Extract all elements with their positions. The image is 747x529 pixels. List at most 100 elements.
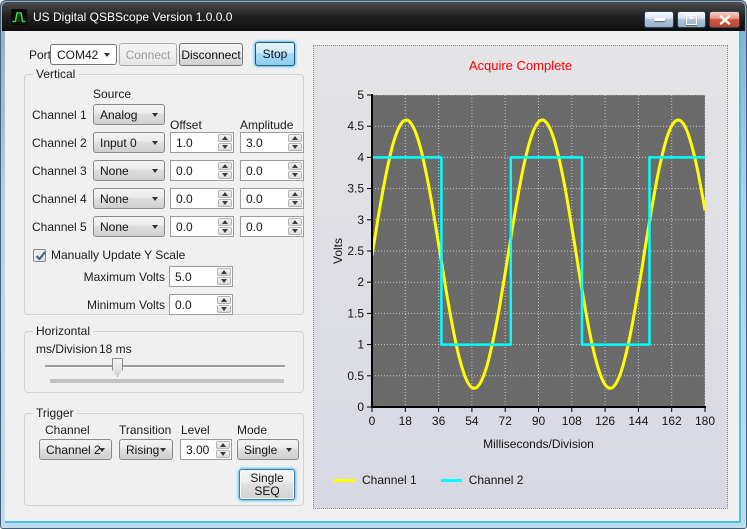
disconnect-button[interactable]: Disconnect xyxy=(179,43,243,66)
manually-update-y-scale-label: Manually Update Y Scale xyxy=(51,248,185,262)
spin-up-icon[interactable] xyxy=(218,134,232,142)
svg-text:162: 162 xyxy=(662,414,682,428)
spin-up-icon[interactable] xyxy=(218,162,232,170)
channel-4-offset-value: 0.0 xyxy=(176,192,193,206)
channel-2-amplitude-input[interactable]: 3.0 xyxy=(240,132,304,153)
amplitude-header: Amplitude xyxy=(240,118,293,132)
stop-button[interactable]: Stop xyxy=(255,42,295,66)
svg-text:0: 0 xyxy=(357,400,364,414)
chevron-down-icon xyxy=(104,53,110,57)
spin-down-icon[interactable] xyxy=(217,277,231,285)
single-seq-button[interactable]: Single SEQ xyxy=(239,469,295,500)
trigger-mode-value: Single xyxy=(244,443,277,457)
channel-5-offset-input[interactable]: 0.0 xyxy=(170,216,234,237)
spin-down-icon[interactable] xyxy=(288,227,302,235)
maximum-volts-input[interactable]: 5.0 xyxy=(169,266,233,287)
vertical-group-title: Vertical xyxy=(33,67,78,81)
spin-down-icon[interactable] xyxy=(218,199,232,207)
offset-header: Offset xyxy=(170,118,202,132)
chevron-down-icon xyxy=(152,197,158,201)
channel-4-amplitude-value: 0.0 xyxy=(246,192,263,206)
trigger-channel-value: Channel 2 xyxy=(46,443,101,457)
legend-line-icon xyxy=(441,479,462,482)
channel-3-label: Channel 3 xyxy=(32,164,87,178)
trigger-mode-label: Mode xyxy=(237,423,267,437)
svg-text:0.5: 0.5 xyxy=(347,369,364,383)
trigger-channel-select[interactable]: Channel 2 xyxy=(39,439,112,460)
spin-down-icon[interactable] xyxy=(218,143,232,151)
svg-text:72: 72 xyxy=(499,414,513,428)
minimum-volts-input[interactable]: 0.0 xyxy=(169,294,233,315)
maximize-button[interactable] xyxy=(677,11,706,28)
channel-3-amplitude-value: 0.0 xyxy=(246,164,263,178)
spin-down-icon[interactable] xyxy=(216,450,230,458)
chevron-down-icon xyxy=(152,113,158,117)
spin-up-icon[interactable] xyxy=(288,190,302,198)
maximum-volts-label: Maximum Volts xyxy=(49,270,165,284)
chevron-down-icon xyxy=(99,448,105,452)
channel-5-amplitude-input[interactable]: 0.0 xyxy=(240,216,304,237)
channel-4-amplitude-input[interactable]: 0.0 xyxy=(240,188,304,209)
spin-down-icon[interactable] xyxy=(217,305,231,313)
spin-up-icon[interactable] xyxy=(218,218,232,226)
svg-text:144: 144 xyxy=(628,414,648,428)
spin-up-icon[interactable] xyxy=(217,296,231,304)
channel-3-source-value: None xyxy=(100,164,129,178)
close-button[interactable] xyxy=(709,11,740,28)
spin-down-icon[interactable] xyxy=(218,171,232,179)
channel-3-offset-input[interactable]: 0.0 xyxy=(170,160,234,181)
spin-down-icon[interactable] xyxy=(288,143,302,151)
chevron-down-icon xyxy=(152,141,158,145)
channel-3-amplitude-input[interactable]: 0.0 xyxy=(240,160,304,181)
spin-up-icon[interactable] xyxy=(288,162,302,170)
trigger-group: Trigger Channel Transition Level Mode Ch… xyxy=(24,413,304,506)
slider-lower-bar xyxy=(50,379,284,383)
channel-2-source-value: Input 0 xyxy=(100,136,137,150)
svg-text:3.5: 3.5 xyxy=(347,182,364,196)
ms-division-slider-track[interactable] xyxy=(45,365,285,368)
channel-5-amplitude-value: 0.0 xyxy=(246,220,263,234)
manually-update-y-scale-checkbox[interactable] xyxy=(33,249,46,262)
svg-text:54: 54 xyxy=(465,414,479,428)
spin-down-icon[interactable] xyxy=(288,171,302,179)
titlebar[interactable]: US Digital QSBScope Version 1.0.0.0 xyxy=(2,2,745,31)
spin-up-icon[interactable] xyxy=(216,441,230,449)
channel-3-offset-value: 0.0 xyxy=(176,164,193,178)
connect-button-label: Connect xyxy=(126,48,171,62)
single-seq-line2: SEQ xyxy=(254,485,279,498)
channel-3-source-select[interactable]: None xyxy=(93,160,165,181)
legend-item-label: Channel 2 xyxy=(469,473,524,487)
ms-division-slider-thumb[interactable] xyxy=(112,358,123,377)
checkmark-icon xyxy=(34,249,48,263)
trigger-transition-value: Rising xyxy=(126,443,159,457)
trigger-transition-select[interactable]: Rising xyxy=(119,439,173,460)
channel-2-source-select[interactable]: Input 0 xyxy=(93,132,165,153)
svg-text:90: 90 xyxy=(532,414,546,428)
legend-line-icon xyxy=(334,479,355,482)
single-seq-line1: Single xyxy=(250,472,283,485)
svg-text:108: 108 xyxy=(562,414,582,428)
channel-5-source-select[interactable]: None xyxy=(93,216,165,237)
minimum-volts-label: Minimum Volts xyxy=(49,298,165,312)
minimize-button[interactable] xyxy=(644,11,674,28)
trigger-level-input[interactable]: 3.00 xyxy=(180,439,232,460)
channel-2-amplitude-value: 3.0 xyxy=(246,136,263,150)
y-axis-title: Volts xyxy=(331,238,345,264)
ms-division-value: 18 ms xyxy=(99,342,132,356)
channel-2-offset-input[interactable]: 1.0 xyxy=(170,132,234,153)
spin-up-icon[interactable] xyxy=(288,218,302,226)
close-icon xyxy=(719,15,731,25)
spin-down-icon[interactable] xyxy=(218,227,232,235)
trigger-mode-select[interactable]: Single xyxy=(237,439,299,460)
spin-up-icon[interactable] xyxy=(288,134,302,142)
x-axis-title: Milliseconds/Division xyxy=(372,437,705,451)
spin-up-icon[interactable] xyxy=(218,190,232,198)
spin-up-icon[interactable] xyxy=(217,268,231,276)
channel-1-source-select[interactable]: Analog xyxy=(93,104,165,125)
app-icon xyxy=(11,9,27,25)
port-select[interactable]: COM42 xyxy=(50,44,117,65)
channel-4-source-select[interactable]: None xyxy=(93,188,165,209)
channel-4-offset-input[interactable]: 0.0 xyxy=(170,188,234,209)
spin-down-icon[interactable] xyxy=(288,199,302,207)
channel-5-source-value: None xyxy=(100,220,129,234)
